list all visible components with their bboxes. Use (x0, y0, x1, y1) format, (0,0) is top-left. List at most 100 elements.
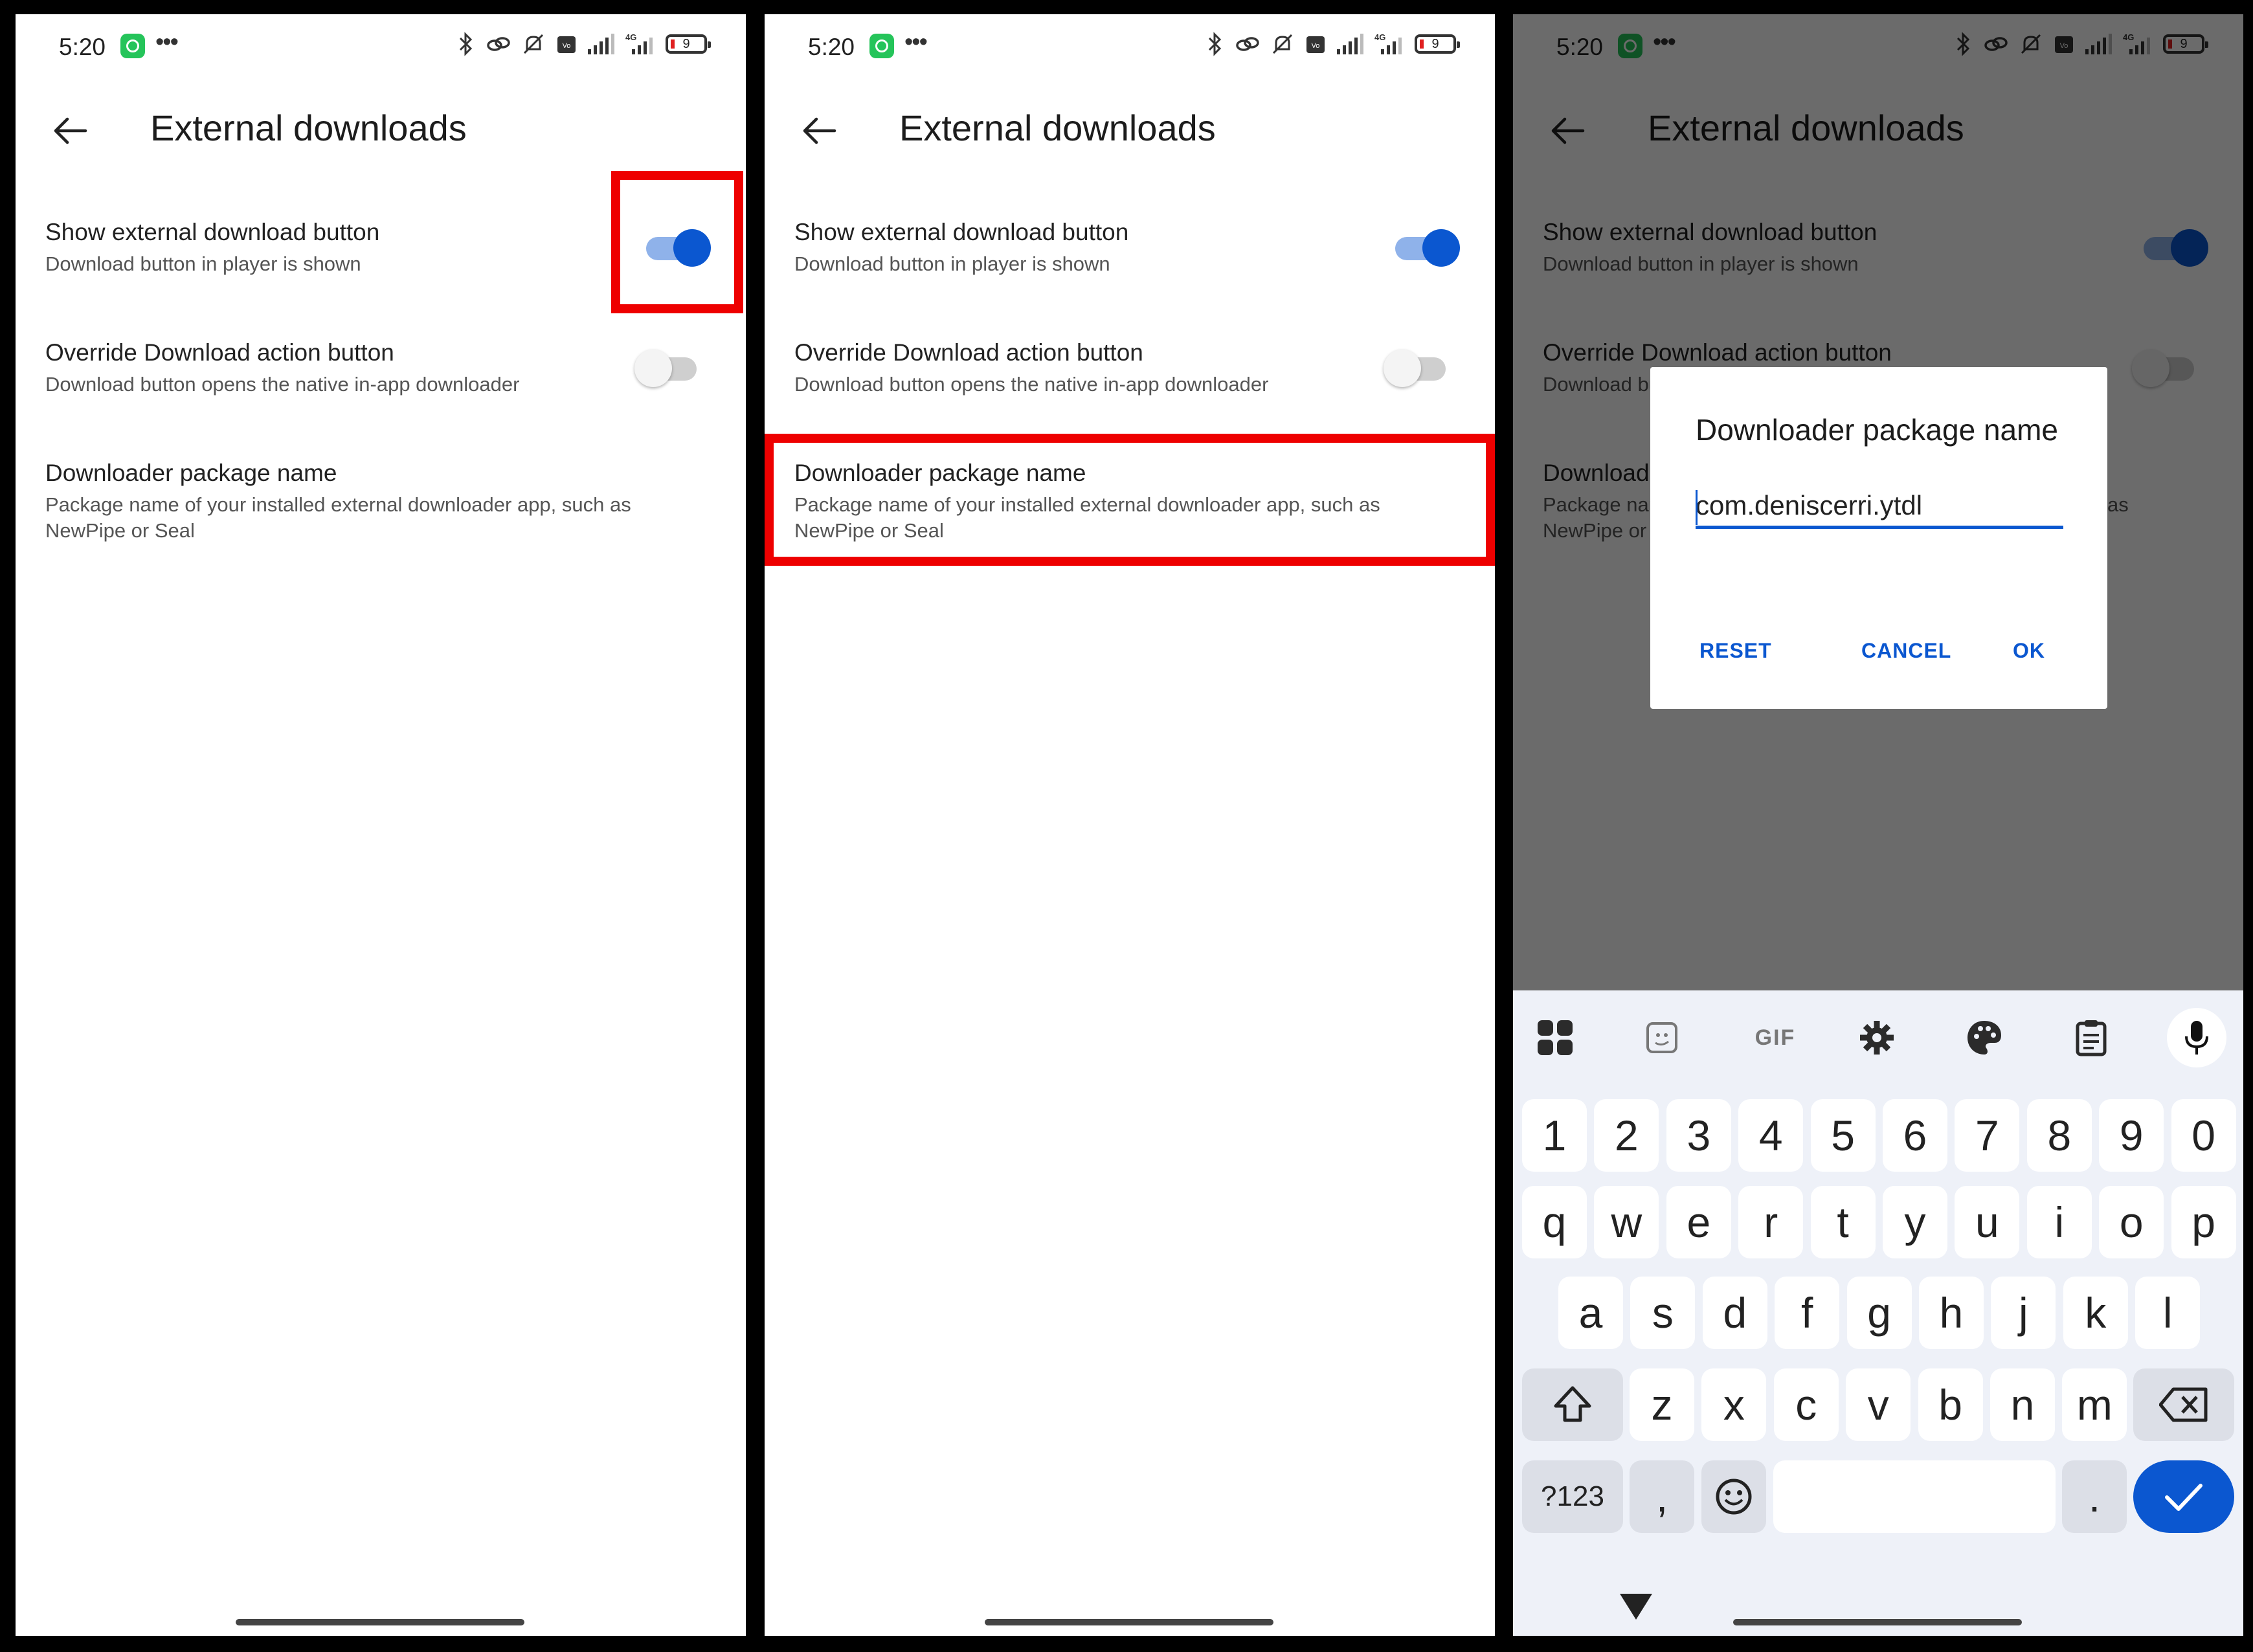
key-g[interactable]: g (1846, 1277, 1912, 1349)
setting-title: Override Download action button (45, 339, 394, 366)
key-4[interactable]: 4 (1738, 1099, 1804, 1172)
key-3[interactable]: 3 (1666, 1099, 1731, 1172)
highlight-box-toggle (611, 171, 743, 313)
setting-override-download-action[interactable]: Override Download action button Download… (16, 322, 746, 419)
emoji-key[interactable] (1701, 1460, 1766, 1533)
key-i[interactable]: i (2026, 1186, 2092, 1258)
status-icons: Vo 4G 9 (454, 31, 711, 57)
apps-icon[interactable] (1532, 1015, 1578, 1060)
setting-subtitle: Package name of your installed external … (45, 493, 631, 542)
key-5[interactable]: 5 (1810, 1099, 1876, 1172)
key-c[interactable]: c (1773, 1368, 1839, 1441)
key-9[interactable]: 9 (2099, 1099, 2164, 1172)
toggle-thumb (1422, 229, 1460, 267)
hide-keyboard-icon[interactable] (1619, 1592, 1653, 1621)
comma-key[interactable]: , (1630, 1460, 1694, 1533)
whatsapp-notification-icon (120, 34, 145, 58)
text-caret (1696, 490, 1698, 525)
key-r[interactable]: r (1738, 1186, 1804, 1258)
status-bar: 5:20 ••• Vo 4G 9 (16, 14, 746, 82)
bluetooth-icon (459, 32, 473, 56)
key-1[interactable]: 1 (1522, 1099, 1587, 1172)
ok-button[interactable]: OK (2013, 639, 2045, 663)
back-arrow-icon[interactable] (800, 111, 838, 150)
key-w[interactable]: w (1594, 1186, 1659, 1258)
backspace-key[interactable] (2133, 1368, 2234, 1441)
key-o[interactable]: o (2099, 1186, 2164, 1258)
checkmark-icon (2165, 1484, 2203, 1511)
volte-icon: Vo (1306, 36, 1325, 53)
package-name-dialog: Downloader package name com.deniscerri.y… (1650, 367, 2107, 709)
key-8[interactable]: 8 (2026, 1099, 2092, 1172)
key-7[interactable]: 7 (1955, 1099, 2020, 1172)
key-0[interactable]: 0 (2171, 1099, 2236, 1172)
battery-icon: 9 (1415, 34, 1460, 54)
override-download-toggle[interactable] (1384, 348, 1451, 387)
key-p[interactable]: p (2171, 1186, 2236, 1258)
key-m[interactable]: m (2062, 1368, 2127, 1441)
symbols-key[interactable]: ?123 (1522, 1460, 1623, 1533)
reset-button[interactable]: RESET (1699, 639, 1772, 663)
key-n[interactable]: n (1990, 1368, 2055, 1441)
clipboard-icon[interactable] (2068, 1015, 2114, 1060)
key-t[interactable]: t (1810, 1186, 1876, 1258)
key-z[interactable]: z (1630, 1368, 1694, 1441)
back-arrow-icon[interactable] (50, 111, 89, 150)
volte-icon: Vo (557, 36, 576, 53)
show-external-toggle[interactable] (1393, 228, 1460, 267)
key-x[interactable]: x (1701, 1368, 1767, 1441)
key-6[interactable]: 6 (1883, 1099, 1947, 1172)
link-icon (1236, 37, 1259, 51)
key-b[interactable]: b (1918, 1368, 1983, 1441)
key-d[interactable]: d (1702, 1277, 1767, 1349)
highlight-box-package-name (765, 434, 1495, 566)
signal-icon (1337, 34, 1363, 54)
setting-downloader-package-name[interactable]: Downloader package name Package name of … (16, 443, 746, 559)
key-h[interactable]: h (1919, 1277, 1984, 1349)
package-name-value: com.deniscerri.ytdl (1696, 490, 1923, 520)
setting-override-download-action[interactable]: Override Download action button Download… (765, 322, 1495, 419)
shift-key[interactable] (1522, 1368, 1623, 1441)
key-k[interactable]: k (2063, 1277, 2128, 1349)
setting-subtitle: Download button in player is shown (45, 252, 361, 275)
status-time: 5:20 (808, 34, 855, 60)
key-2[interactable]: 2 (1594, 1099, 1659, 1172)
key-e[interactable]: e (1666, 1186, 1731, 1258)
4g-signal-icon: 4G (1374, 32, 1402, 54)
setting-title: Override Download action button (794, 339, 1143, 366)
home-indicator (985, 1619, 1273, 1625)
palette-icon[interactable] (1962, 1015, 2007, 1060)
whatsapp-notification-icon (869, 34, 894, 58)
override-download-toggle[interactable] (634, 348, 702, 387)
setting-show-external-download[interactable]: Show external download button Download b… (765, 202, 1495, 299)
status-time: 5:20 (59, 34, 106, 60)
screen-1: 5:20 ••• Vo 4G 9 External downloads Show… (16, 14, 746, 1636)
key-u[interactable]: u (1955, 1186, 2020, 1258)
key-q[interactable]: q (1522, 1186, 1587, 1258)
sticker-icon[interactable] (1639, 1015, 1685, 1060)
key-l[interactable]: l (2135, 1277, 2201, 1349)
svg-text:4G: 4G (1374, 32, 1385, 42)
key-s[interactable]: s (1630, 1277, 1696, 1349)
package-name-input[interactable]: com.deniscerri.ytdl (1696, 490, 2063, 529)
page-title: External downloads (899, 107, 1216, 148)
dialog-title: Downloader package name (1696, 413, 2059, 447)
key-y[interactable]: y (1883, 1186, 1947, 1258)
emoji-icon (1716, 1479, 1752, 1515)
more-notifications-icon: ••• (904, 28, 928, 56)
setting-subtitle: Download button in player is shown (794, 252, 1110, 275)
status-icons: Vo 4G 9 (1204, 31, 1460, 57)
gif-button[interactable]: GIF (1746, 1015, 1804, 1060)
space-key[interactable] (1773, 1460, 2056, 1533)
svg-text:Vo: Vo (1312, 42, 1320, 50)
settings-gear-icon[interactable] (1854, 1015, 1900, 1060)
svg-text:4G: 4G (625, 32, 636, 42)
key-f[interactable]: f (1775, 1277, 1840, 1349)
key-v[interactable]: v (1846, 1368, 1911, 1441)
key-j[interactable]: j (1991, 1277, 2056, 1349)
enter-key[interactable] (2133, 1460, 2234, 1533)
period-key[interactable]: . (2062, 1460, 2127, 1533)
mic-icon[interactable] (2167, 1008, 2226, 1067)
cancel-button[interactable]: CANCEL (1861, 639, 1951, 663)
key-a[interactable]: a (1558, 1277, 1623, 1349)
